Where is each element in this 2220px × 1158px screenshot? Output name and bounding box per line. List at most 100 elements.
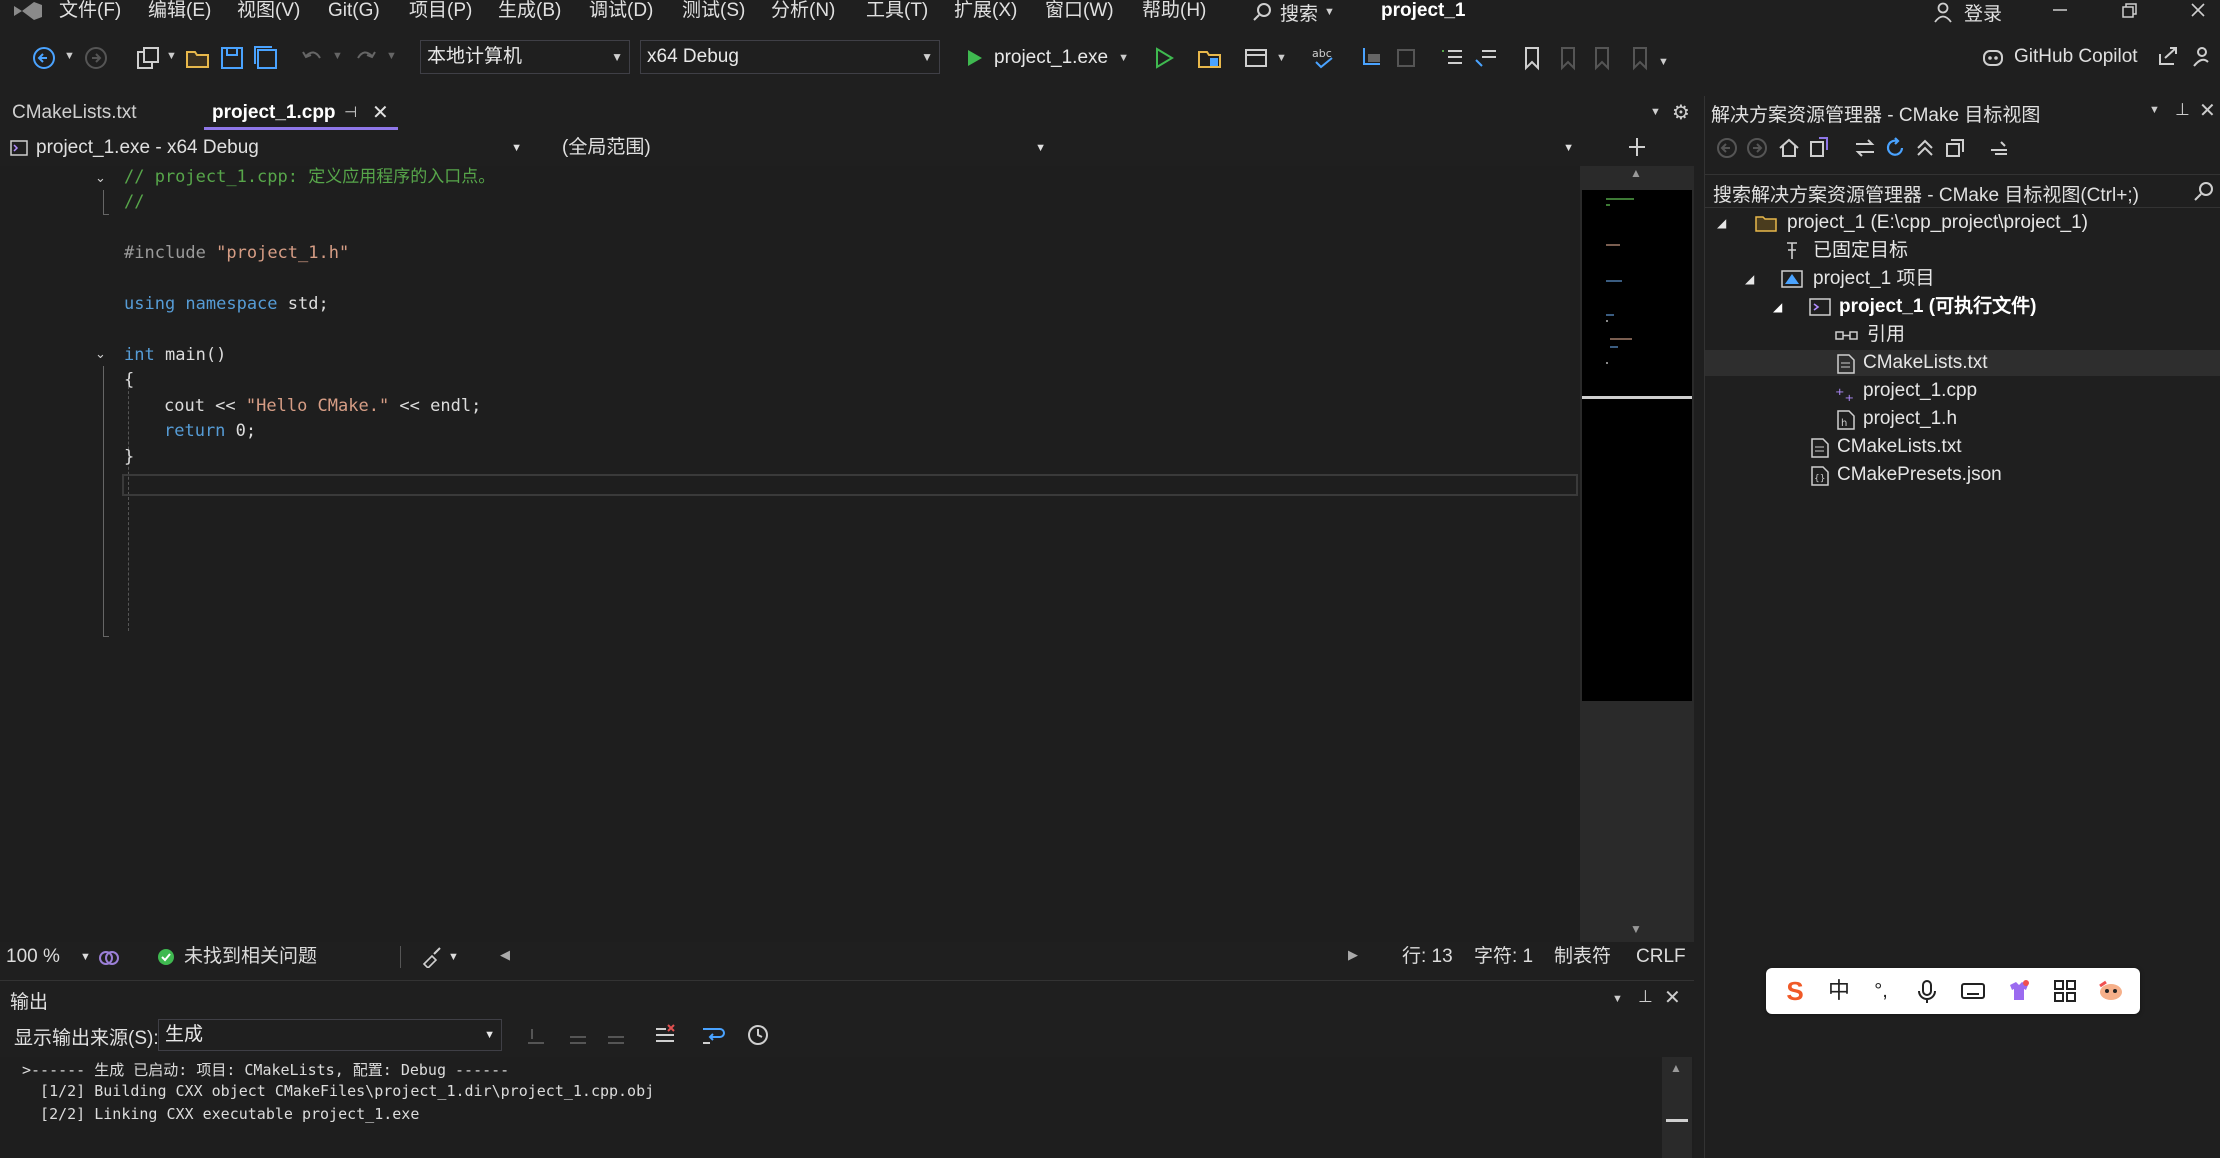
- pin-icon[interactable]: ⊥: [1638, 987, 1653, 1007]
- clear-bookmark-button[interactable]: [1626, 44, 1654, 72]
- menu-extensions[interactable]: 扩展(X): [954, 0, 1017, 24]
- menu-window[interactable]: 窗口(W): [1045, 0, 1114, 24]
- split-editor-icon[interactable]: [1626, 136, 1648, 158]
- tree-item-solution-folder[interactable]: ◢ project_1 (E:\cpp_project\project_1): [1717, 210, 2088, 236]
- uncomment-lines-button[interactable]: [1472, 44, 1500, 72]
- expanded-arrow-icon[interactable]: ◢: [1745, 266, 1754, 292]
- find-message-icon[interactable]: [524, 1023, 548, 1047]
- go-to-next-message-icon[interactable]: [604, 1023, 628, 1047]
- horizontal-scrollbar[interactable]: [518, 942, 1356, 972]
- chevron-down-icon[interactable]: ▼: [64, 50, 75, 62]
- code-cleanup-button[interactable]: ▼: [420, 946, 459, 968]
- scope-combo[interactable]: (全局范围) ▼: [552, 134, 1052, 162]
- tab-project-1-cpp[interactable]: project_1.cpp ⊣ ✕: [204, 98, 398, 130]
- tree-item-executable[interactable]: ◢ project_1 (可执行文件): [1717, 294, 2036, 320]
- start-debugging-button[interactable]: project_1.exe ▼: [964, 44, 1129, 72]
- tab-dropdown-icon[interactable]: ▼: [1650, 106, 1661, 118]
- tree-item-cpp-file[interactable]: ⁺₊ project_1.cpp: [1717, 378, 1977, 405]
- menu-analyze[interactable]: 分析(N): [771, 0, 835, 24]
- scroll-up-icon[interactable]: ▲: [1630, 166, 1642, 180]
- member-combo[interactable]: ▼: [1060, 134, 1580, 162]
- menu-view[interactable]: 视图(V): [237, 0, 300, 24]
- fold-collapse-icon[interactable]: ⌄: [95, 170, 106, 186]
- spell-check-button[interactable]: abc: [1310, 44, 1338, 72]
- save-all-button[interactable]: [252, 44, 280, 72]
- navigate-back-button[interactable]: [30, 44, 58, 72]
- sync-with-document-icon[interactable]: [1853, 136, 1877, 160]
- next-bookmark-button[interactable]: [1588, 44, 1616, 72]
- close-tab-icon[interactable]: ✕: [372, 98, 389, 128]
- menu-edit[interactable]: 编辑(E): [148, 0, 211, 24]
- menu-git[interactable]: Git(G): [328, 0, 380, 24]
- share-icon[interactable]: [2156, 44, 2180, 68]
- start-without-debugging-button[interactable]: [1150, 44, 1178, 72]
- line-indicator[interactable]: 行: 13: [1402, 942, 1453, 972]
- menu-project[interactable]: 项目(P): [409, 0, 472, 24]
- toggle-word-wrap-icon[interactable]: [700, 1023, 726, 1047]
- scroll-up-icon[interactable]: ▲: [1670, 1061, 1682, 1075]
- github-copilot-button[interactable]: GitHub Copilot: [1980, 42, 2138, 72]
- debug-target-combo[interactable]: 本地计算机 ▼: [420, 40, 630, 74]
- menu-help[interactable]: 帮助(H): [1142, 0, 1206, 24]
- minimap-viewport-indicator[interactable]: [1582, 396, 1692, 399]
- scroll-down-icon[interactable]: ▼: [1630, 922, 1642, 936]
- issues-indicator[interactable]: 未找到相关问题: [156, 942, 317, 972]
- solution-search-box[interactable]: 搜索解决方案资源管理器 - CMake 目标视图(Ctrl+;): [1705, 174, 2220, 208]
- visual-studio-logo-icon[interactable]: [12, 0, 44, 22]
- tree-item-pinned-targets[interactable]: 已固定目标: [1717, 238, 1908, 264]
- redo-button[interactable]: [352, 44, 380, 72]
- clear-bookmarks-button[interactable]: [1392, 44, 1420, 72]
- home-icon[interactable]: [1777, 136, 1801, 160]
- menu-tools[interactable]: 工具(T): [866, 0, 928, 24]
- tree-item-header-file[interactable]: h project_1.h: [1717, 406, 1957, 432]
- code-minimap[interactable]: [1582, 190, 1692, 701]
- tree-item-references[interactable]: 引用: [1717, 322, 1905, 348]
- tree-item-target-cmakelists[interactable]: CMakeLists.txt: [1705, 350, 2220, 376]
- clear-all-icon[interactable]: [652, 1023, 678, 1047]
- show-all-files-icon[interactable]: [1943, 136, 1967, 160]
- navigate-forward-button[interactable]: [82, 44, 110, 72]
- output-source-combo[interactable]: 生成 ▼: [158, 1019, 502, 1051]
- sogou-logo-icon[interactable]: S: [1780, 976, 1810, 1006]
- chevron-down-icon[interactable]: ▼: [386, 50, 397, 62]
- go-to-previous-message-icon[interactable]: [566, 1023, 590, 1047]
- ime-mascot-icon[interactable]: [2096, 976, 2126, 1006]
- tree-item-cmake-presets[interactable]: {} CMakePresets.json: [1717, 462, 2002, 488]
- column-indicator[interactable]: 字符: 1: [1474, 942, 1533, 972]
- ime-language-toggle[interactable]: 中: [1824, 976, 1854, 1006]
- expanded-arrow-icon[interactable]: ◢: [1773, 294, 1782, 320]
- microphone-icon[interactable]: [1912, 976, 1942, 1006]
- layout-button[interactable]: [1242, 44, 1270, 72]
- panel-dropdown-icon[interactable]: ▼: [2149, 104, 2160, 116]
- chevron-down-icon[interactable]: ▼: [1276, 52, 1287, 64]
- ime-punctuation-toggle[interactable]: °,: [1866, 976, 1896, 1006]
- clock-icon[interactable]: [746, 1023, 770, 1047]
- output-text-area[interactable]: >------ 生成 已启动: 项目: CMakeLists, 配置: Debu…: [0, 1057, 1694, 1158]
- feedback-icon[interactable]: [2192, 44, 2216, 68]
- code-editor[interactable]: ⌄ ⌄ // project_1.cpp: 定义应用程序的入口点。 // #in…: [0, 166, 1694, 942]
- expanded-arrow-icon[interactable]: ◢: [1717, 210, 1726, 236]
- toolbar-overflow-icon[interactable]: ▼: [1658, 56, 1669, 68]
- pin-icon[interactable]: ⊣: [344, 98, 357, 128]
- login-button[interactable]: 登录: [1932, 0, 2002, 25]
- minimize-button[interactable]: [2050, 2, 2070, 22]
- menu-debug[interactable]: 调试(D): [589, 0, 653, 24]
- copilot-status-icon[interactable]: [98, 948, 120, 968]
- project-context-combo[interactable]: project_1.exe - x64 Debug ▼: [8, 134, 528, 162]
- toggle-bookmark-button[interactable]: [1518, 44, 1546, 72]
- properties-icon[interactable]: [1987, 136, 2011, 160]
- close-panel-icon[interactable]: ✕: [1664, 985, 1681, 1010]
- new-project-button[interactable]: [134, 44, 162, 72]
- pin-icon[interactable]: ⊥: [2175, 100, 2190, 120]
- save-button[interactable]: [218, 44, 246, 72]
- panel-dropdown-icon[interactable]: ▼: [1612, 993, 1623, 1005]
- forward-icon[interactable]: [1745, 136, 1769, 160]
- zoom-combo[interactable]: 100 % ▼: [6, 942, 92, 972]
- scroll-right-icon[interactable]: ▶: [1348, 947, 1358, 963]
- comment-lines-button[interactable]: [1438, 44, 1466, 72]
- toolbox-grid-icon[interactable]: [2050, 976, 2080, 1006]
- switch-views-icon[interactable]: [1807, 136, 1831, 160]
- configuration-combo[interactable]: x64 Debug ▼: [640, 40, 940, 74]
- chevron-down-icon[interactable]: ▼: [332, 50, 343, 62]
- menu-build[interactable]: 生成(B): [498, 0, 561, 24]
